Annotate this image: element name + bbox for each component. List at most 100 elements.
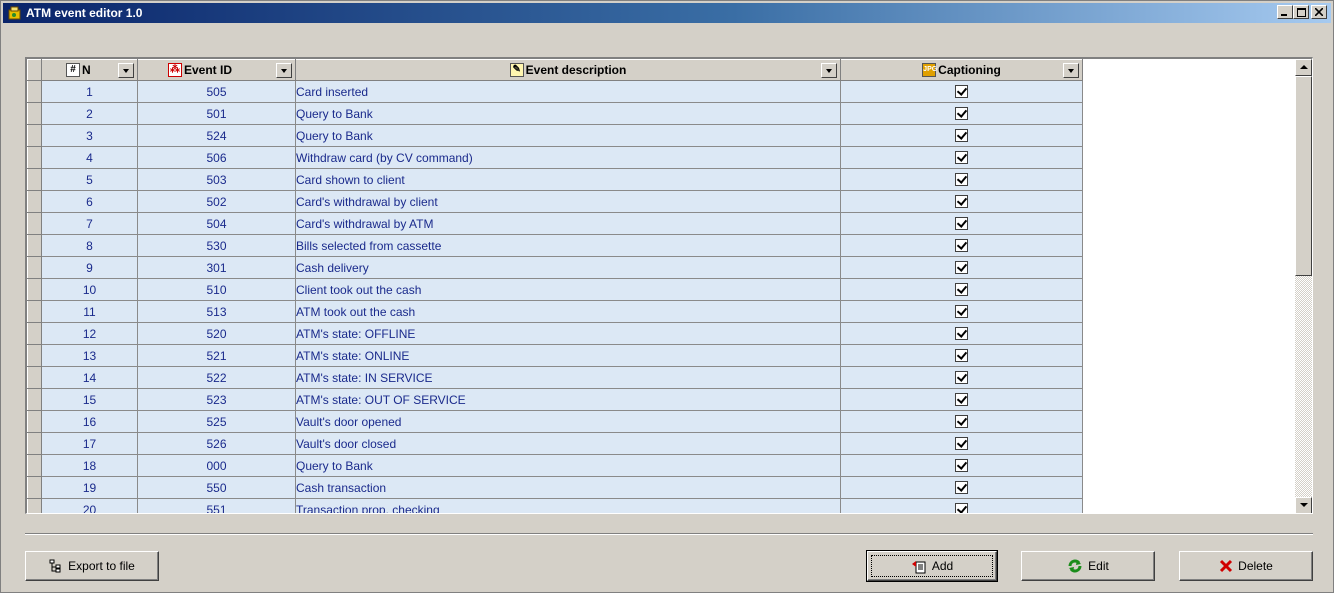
cell-event-id[interactable]: 513 <box>137 300 296 323</box>
cell-description[interactable]: Cash delivery <box>295 256 841 279</box>
table-row[interactable]: 5 503 Card shown to client <box>27 168 1083 191</box>
cell-captioning[interactable] <box>840 476 1083 499</box>
cell-description[interactable]: ATM took out the cash <box>295 300 841 323</box>
captioning-checkbox[interactable] <box>955 84 968 98</box>
cell-description[interactable]: Query to Bank <box>295 454 841 477</box>
table-row[interactable]: 15 523 ATM's state: OUT OF SERVICE <box>27 388 1083 411</box>
cell-captioning[interactable] <box>840 454 1083 477</box>
table-row[interactable]: 20 551 Transaction prop. checking <box>27 498 1083 513</box>
cell-event-id[interactable]: 520 <box>137 322 296 345</box>
table-row[interactable]: 7 504 Card's withdrawal by ATM <box>27 212 1083 235</box>
table-row[interactable]: 12 520 ATM's state: OFFLINE <box>27 322 1083 345</box>
captioning-checkbox[interactable] <box>955 282 968 296</box>
cell-description[interactable]: Transaction prop. checking <box>295 498 841 513</box>
cell-event-id[interactable]: 521 <box>137 344 296 367</box>
cell-event-id[interactable]: 502 <box>137 190 296 213</box>
cell-n[interactable]: 1 <box>41 80 138 103</box>
row-indicator[interactable] <box>27 168 42 191</box>
row-indicator[interactable] <box>27 344 42 367</box>
filter-dropdown-n[interactable] <box>118 62 134 78</box>
row-indicator[interactable] <box>27 454 42 477</box>
cell-event-id[interactable]: 524 <box>137 124 296 147</box>
cell-description[interactable]: ATM's state: OFFLINE <box>295 322 841 345</box>
captioning-checkbox[interactable] <box>955 370 968 384</box>
table-row[interactable]: 9 301 Cash delivery <box>27 256 1083 279</box>
cell-n[interactable]: 4 <box>41 146 138 169</box>
cell-captioning[interactable] <box>840 300 1083 323</box>
row-indicator[interactable] <box>27 366 42 389</box>
add-button[interactable]: Add <box>866 550 998 582</box>
cell-description[interactable]: Bills selected from cassette <box>295 234 841 257</box>
cell-description[interactable]: Card shown to client <box>295 168 841 191</box>
cell-event-id[interactable]: 503 <box>137 168 296 191</box>
captioning-checkbox[interactable] <box>955 436 968 450</box>
scroll-down-button[interactable] <box>1295 497 1312 513</box>
cell-event-id[interactable]: 525 <box>137 410 296 433</box>
row-indicator[interactable] <box>27 124 42 147</box>
cell-captioning[interactable] <box>840 80 1083 103</box>
cell-description[interactable]: Card's withdrawal by client <box>295 190 841 213</box>
row-indicator[interactable] <box>27 256 42 279</box>
row-indicator[interactable] <box>27 410 42 433</box>
cell-captioning[interactable] <box>840 102 1083 125</box>
cell-event-id[interactable]: 550 <box>137 476 296 499</box>
cell-n[interactable]: 10 <box>41 278 138 301</box>
close-button[interactable] <box>1311 5 1327 19</box>
captioning-checkbox[interactable] <box>955 260 968 274</box>
cell-description[interactable]: ATM's state: ONLINE <box>295 344 841 367</box>
table-row[interactable]: 13 521 ATM's state: ONLINE <box>27 344 1083 367</box>
cell-n[interactable]: 12 <box>41 322 138 345</box>
row-indicator[interactable] <box>27 322 42 345</box>
scroll-up-button[interactable] <box>1295 59 1312 76</box>
cell-n[interactable]: 14 <box>41 366 138 389</box>
table-row[interactable]: 18 000 Query to Bank <box>27 454 1083 477</box>
cell-description[interactable]: Query to Bank <box>295 102 841 125</box>
cell-n[interactable]: 8 <box>41 234 138 257</box>
captioning-checkbox[interactable] <box>955 480 968 494</box>
row-indicator[interactable] <box>27 234 42 257</box>
cell-description[interactable]: ATM's state: IN SERVICE <box>295 366 841 389</box>
cell-event-id[interactable]: 530 <box>137 234 296 257</box>
filter-dropdown-event-id[interactable] <box>276 62 292 78</box>
row-indicator[interactable] <box>27 300 42 323</box>
minimize-button[interactable] <box>1277 5 1293 19</box>
cell-event-id[interactable]: 522 <box>137 366 296 389</box>
cell-n[interactable]: 9 <box>41 256 138 279</box>
row-indicator[interactable] <box>27 476 42 499</box>
captioning-checkbox[interactable] <box>955 106 968 120</box>
export-to-file-button[interactable]: Export to file <box>25 551 159 581</box>
captioning-checkbox[interactable] <box>955 326 968 340</box>
captioning-checkbox[interactable] <box>955 172 968 186</box>
cell-n[interactable]: 7 <box>41 212 138 235</box>
cell-event-id[interactable]: 301 <box>137 256 296 279</box>
edit-button[interactable]: Edit <box>1021 551 1155 581</box>
table-row[interactable]: 1 505 Card inserted <box>27 80 1083 103</box>
table-row[interactable]: 17 526 Vault's door closed <box>27 432 1083 455</box>
table-row[interactable]: 10 510 Client took out the cash <box>27 278 1083 301</box>
cell-event-id[interactable]: 505 <box>137 80 296 103</box>
cell-event-id[interactable]: 000 <box>137 454 296 477</box>
cell-n[interactable]: 6 <box>41 190 138 213</box>
cell-captioning[interactable] <box>840 322 1083 345</box>
cell-captioning[interactable] <box>840 124 1083 147</box>
captioning-checkbox[interactable] <box>955 458 968 472</box>
table-row[interactable]: 8 530 Bills selected from cassette <box>27 234 1083 257</box>
cell-event-id[interactable]: 526 <box>137 432 296 455</box>
table-row[interactable]: 4 506 Withdraw card (by CV command) <box>27 146 1083 169</box>
row-indicator[interactable] <box>27 102 42 125</box>
filter-dropdown-description[interactable] <box>821 62 837 78</box>
cell-description[interactable]: ATM's state: OUT OF SERVICE <box>295 388 841 411</box>
cell-event-id[interactable]: 510 <box>137 278 296 301</box>
table-row[interactable]: 6 502 Card's withdrawal by client <box>27 190 1083 213</box>
row-indicator[interactable] <box>27 190 42 213</box>
row-indicator[interactable] <box>27 388 42 411</box>
scroll-thumb[interactable] <box>1295 76 1312 276</box>
cell-captioning[interactable] <box>840 168 1083 191</box>
cell-event-id[interactable]: 506 <box>137 146 296 169</box>
cell-event-id[interactable]: 501 <box>137 102 296 125</box>
row-indicator[interactable] <box>27 80 42 103</box>
cell-n[interactable]: 18 <box>41 454 138 477</box>
cell-captioning[interactable] <box>840 366 1083 389</box>
filter-dropdown-captioning[interactable] <box>1063 62 1079 78</box>
cell-captioning[interactable] <box>840 256 1083 279</box>
